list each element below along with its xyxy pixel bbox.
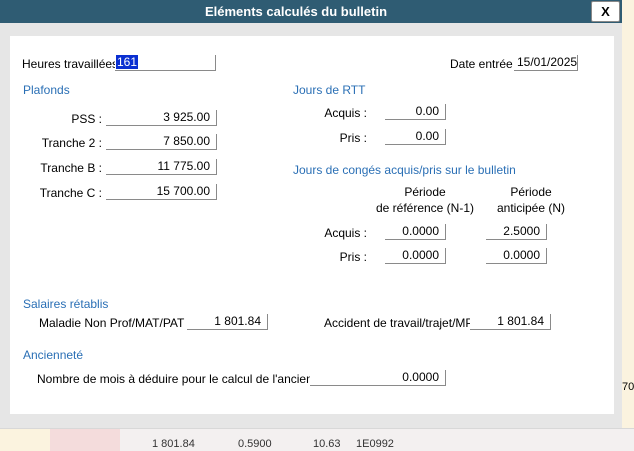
plafonds-title: Plafonds: [23, 83, 70, 97]
dialog-title: Eléments calculés du bulletin: [204, 4, 388, 19]
tranche-b-label: Tranche B :: [40, 161, 102, 175]
conges-pris-ref-field[interactable]: 0.0000: [385, 248, 446, 264]
conges-acquis-label: Acquis :: [324, 226, 367, 240]
conges-pris-ant-field[interactable]: 0.0000: [486, 248, 547, 264]
conges-title: Jours de congés acquis/pris sur le bulle…: [293, 163, 516, 177]
conges-acquis-ant-field[interactable]: 2.5000: [486, 224, 547, 240]
background-right-strip: [622, 0, 634, 428]
background-cell: 10.63: [313, 438, 341, 450]
background-cell: 0.5900: [238, 438, 272, 450]
anciennete-title: Ancienneté: [23, 348, 84, 362]
conges-col-ant-line1: Période: [510, 185, 552, 199]
conges-pris-label: Pris :: [339, 250, 367, 264]
close-button[interactable]: X: [591, 1, 620, 22]
dialog-titlebar[interactable]: Eléments calculés du bulletin X: [0, 0, 622, 23]
heures-field[interactable]: 161: [115, 55, 216, 71]
background-cell: 1 801.84: [152, 438, 195, 450]
maladie-label: Maladie Non Prof/MAT/PAT :: [39, 316, 191, 330]
tranche-b-field[interactable]: 11 775.00: [106, 159, 217, 175]
anciennete-label: Nombre de mois à déduire pour le calcul …: [37, 372, 343, 386]
conges-col-ref-line2: de référence (N-1): [375, 201, 475, 215]
rtt-acquis-label: Acquis :: [324, 106, 367, 120]
rtt-pris-label: Pris :: [339, 131, 367, 145]
background-value: 70: [622, 381, 634, 393]
tranche-c-field[interactable]: 15 700.00: [106, 184, 217, 200]
conges-col-ant-line2: anticipée (N): [496, 201, 566, 215]
heures-value: 161: [116, 55, 139, 69]
anciennete-field[interactable]: 0.0000: [310, 370, 446, 386]
salaires-title: Salaires rétablis: [23, 297, 109, 311]
pss-label: PSS :: [71, 112, 102, 126]
rtt-acquis-field[interactable]: 0.00: [385, 104, 446, 120]
dialog-panel: Heures travaillées : 161 Date entrée : 1…: [10, 36, 614, 414]
date-entree-field[interactable]: 15/01/2025: [514, 55, 578, 71]
elements-calcules-dialog: Eléments calculés du bulletin X Heures t…: [0, 0, 622, 428]
rtt-pris-field[interactable]: 0.00: [385, 129, 446, 145]
accident-field[interactable]: 1 801.84: [470, 314, 551, 330]
tranche-2-field[interactable]: 7 850.00: [106, 134, 217, 150]
rtt-title: Jours de RTT: [293, 83, 366, 97]
accident-label: Accident de travail/trajet/MP :: [324, 316, 480, 330]
heures-label: Heures travaillées :: [22, 57, 125, 71]
background-table-row: 1 801.84 0.5900 10.63 1E0992: [0, 428, 634, 451]
maladie-field[interactable]: 1 801.84: [187, 314, 268, 330]
background-cell: 1E0992: [356, 438, 394, 450]
conges-acquis-ref-field[interactable]: 0.0000: [385, 224, 446, 240]
conges-col-ref-line1: Période: [404, 185, 446, 199]
tranche-2-label: Tranche 2 :: [41, 136, 102, 150]
date-entree-label: Date entrée :: [450, 57, 520, 71]
pss-field[interactable]: 3 925.00: [106, 110, 217, 126]
tranche-c-label: Tranche C :: [39, 186, 102, 200]
